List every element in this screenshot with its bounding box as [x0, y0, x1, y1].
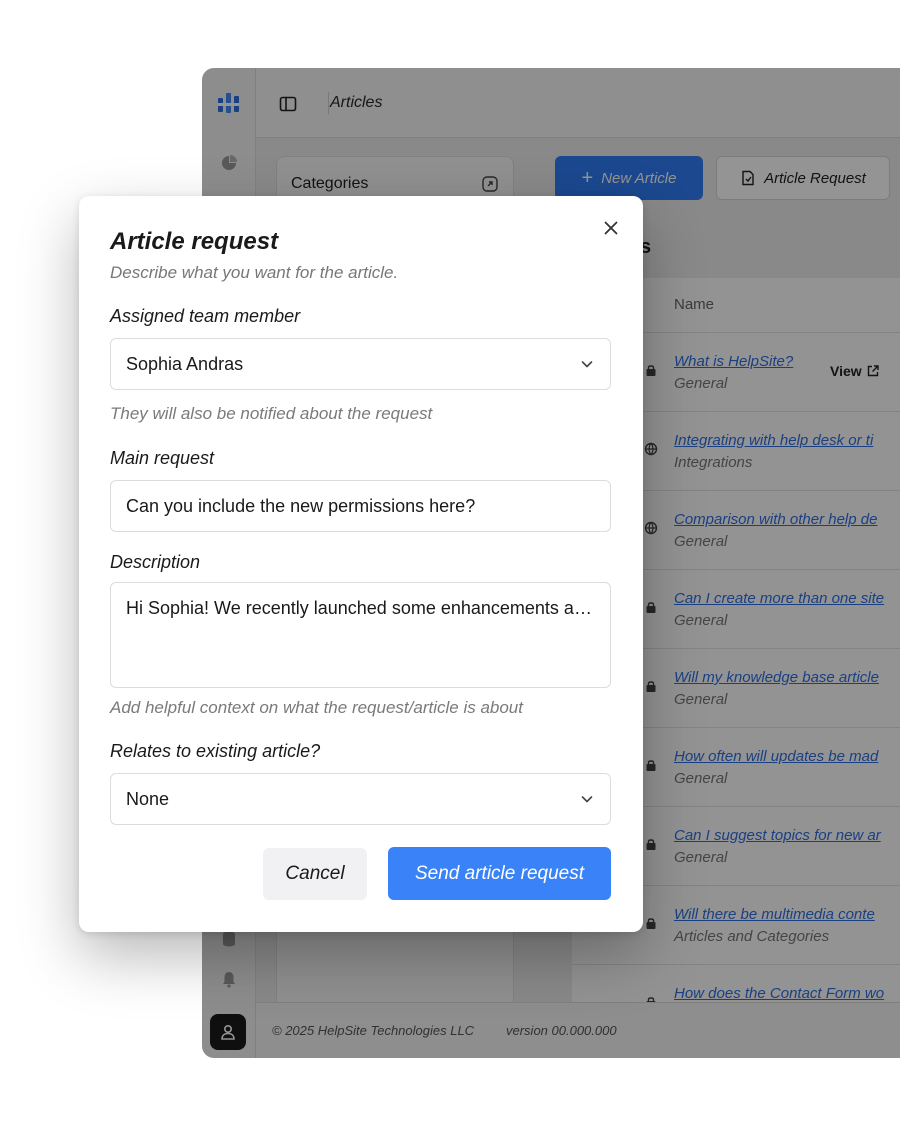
view-label: View	[830, 363, 862, 379]
relates-article-value: None	[126, 788, 170, 809]
article-request-dialog: Article request Describe what you want f…	[79, 196, 643, 932]
article-title-link[interactable]: What is HelpSite?	[674, 353, 793, 370]
description-textarea[interactable]: Hi Sophia! We recently launched some enh…	[110, 582, 611, 688]
article-title-link[interactable]: Will my knowledge base article	[674, 669, 879, 686]
cancel-button[interactable]: Cancel	[263, 848, 367, 900]
breadcrumb[interactable]: Articles	[330, 94, 382, 112]
top-bar: Articles	[256, 68, 900, 138]
dialog-title: Article request	[110, 228, 279, 255]
article-category: General	[674, 612, 728, 629]
plus-icon: +	[581, 166, 594, 189]
article-request-label: Article Request	[764, 169, 866, 187]
pie-chart-icon[interactable]	[220, 154, 238, 172]
article-category: General	[674, 691, 728, 708]
article-category: General	[674, 770, 728, 787]
database-icon[interactable]	[220, 930, 238, 948]
user-icon	[221, 1024, 235, 1040]
main-request-input[interactable]: Can you include the new permissions here…	[110, 480, 611, 532]
external-link-icon	[867, 365, 879, 377]
view-article-button[interactable]: View	[830, 363, 880, 379]
assigned-member-label: Assigned team member	[110, 306, 301, 326]
description-label: Description	[110, 552, 201, 572]
lock-icon	[646, 918, 656, 929]
document-icon	[742, 170, 754, 186]
lock-icon	[646, 681, 656, 692]
article-title-link[interactable]: Can I suggest topics for new ar	[674, 827, 881, 844]
close-icon	[604, 221, 618, 235]
footer: © 2025 HelpSite Technologies LLC version…	[256, 1002, 900, 1058]
article-title-link[interactable]: How does the Contact Form wo	[674, 985, 884, 1002]
dialog-subtitle: Describe what you want for the article.	[110, 263, 399, 282]
main-request-label: Main request	[110, 448, 215, 468]
article-category: Articles and Categories	[674, 928, 830, 945]
article-category: General	[674, 533, 728, 550]
new-article-label: New Article	[601, 169, 677, 187]
relates-article-label: Relates to existing article?	[110, 741, 321, 761]
lock-icon	[646, 760, 656, 771]
article-title-link[interactable]: How often will updates be mad	[674, 748, 878, 765]
description-hint: Add helpful context on what the request/…	[110, 698, 523, 717]
helpsite-logo-icon	[218, 93, 239, 113]
description-value: Hi Sophia! We recently launched some enh…	[126, 598, 595, 618]
article-category: General	[674, 849, 728, 866]
article-category: Integrations	[674, 454, 753, 471]
new-article-button[interactable]: + New Article	[555, 156, 703, 200]
globe-icon	[644, 521, 658, 535]
main-request-value: Can you include the new permissions here…	[126, 495, 476, 516]
chevron-down-icon	[581, 361, 593, 368]
user-account-button[interactable]	[210, 1014, 246, 1050]
article-title-link[interactable]: Integrating with help desk or ti	[674, 432, 873, 449]
footer-copyright: © 2025 HelpSite Technologies LLC	[272, 1023, 475, 1038]
globe-icon	[644, 442, 658, 456]
open-external-icon[interactable]	[481, 175, 499, 193]
lock-icon	[646, 839, 656, 850]
lock-icon	[646, 602, 656, 613]
assigned-member-select[interactable]: Sophia Andras	[110, 338, 611, 390]
topbar-divider	[328, 92, 329, 114]
article-title-link[interactable]: Comparison with other help de	[674, 511, 877, 528]
sidebar-toggle-icon[interactable]	[278, 94, 298, 114]
article-request-button[interactable]: Article Request	[716, 156, 890, 200]
relates-article-select[interactable]: None	[110, 773, 611, 825]
send-article-request-button[interactable]: Send article request	[388, 847, 611, 900]
bell-icon[interactable]	[220, 970, 238, 988]
article-title-link[interactable]: Will there be multimedia conte	[674, 906, 875, 923]
categories-title: Categories	[291, 175, 369, 192]
chevron-down-icon	[581, 796, 593, 803]
assigned-member-value: Sophia Andras	[126, 353, 244, 374]
footer-version: version 00.000.000	[506, 1023, 617, 1038]
article-title-link[interactable]: Can I create more than one site	[674, 590, 884, 607]
column-header-name[interactable]: Name	[674, 296, 714, 313]
article-category: General	[674, 375, 728, 392]
assigned-member-hint: They will also be notified about the req…	[110, 404, 433, 423]
lock-icon	[646, 365, 656, 376]
close-button[interactable]	[601, 218, 621, 238]
